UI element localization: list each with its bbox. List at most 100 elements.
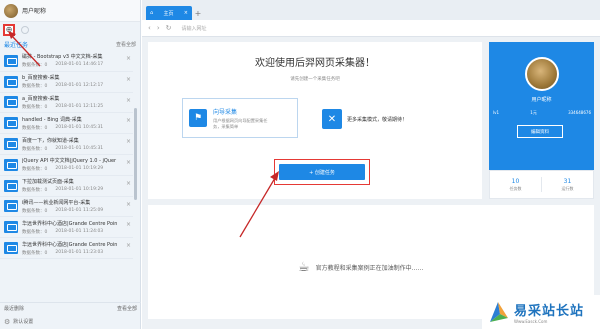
guide-mode-card[interactable]: ⚑ 向导采集 用户根据网页向导配置采集任务，采集简单 [182,98,298,138]
address-bar: ‹ › ↻ 请输入网址 [142,20,600,37]
task-icon [4,221,18,234]
task-date: 2018-01-01 10:45:31 [55,145,104,151]
left-panel: 用户昵称 ⊕ 最近任务 查看全部 磁抹 - Bootstrap v3 中文文档-… [0,0,141,329]
back-icon[interactable]: ‹ [148,24,151,32]
view-all-deleted-link[interactable]: 查看全部 [117,305,137,312]
close-icon[interactable]: × [126,221,131,228]
task-count-stat[interactable]: 10 任务数 [490,171,541,198]
task-item[interactable]: 磁抹 - Bootstrap v3 中文文档-采集 数据条数：0 2018-01-… [0,51,133,72]
empty-state: ☕ 官方教程和采集案例正在加油制作中…… [298,260,424,275]
new-task-button[interactable]: ⊕ [3,24,15,36]
avatar[interactable] [4,3,18,18]
level-badge: lv1 [493,110,500,115]
close-icon[interactable]: × [126,242,131,249]
coffee-cup-icon: ☕ [298,260,310,275]
task-title: 华远世界科中心酒店|Grande Centre Poin [22,220,118,227]
user-name[interactable]: 用户昵称 [22,6,46,15]
task-date: 2018-01-01 12:12:17 [55,83,104,89]
url-input[interactable]: 请输入网址 [182,25,207,32]
close-icon[interactable]: × [126,117,131,124]
task-count: 数据条数：0 [22,63,48,69]
left-toolbar: ⊕ [0,22,140,38]
task-icon [4,158,18,171]
refresh-icon[interactable]: ↻ [166,24,172,32]
forward-icon[interactable]: › [157,24,160,32]
task-date: 2018-01-01 12:11:25 [55,103,104,109]
recent-tasks-title: 最近任务 [4,41,29,49]
task-icon [4,200,18,213]
task-count: 数据条数：0 [22,229,48,235]
recent-deleted-title[interactable]: 最近删除 [4,305,24,312]
run-count-stat[interactable]: 31 运行数 [542,171,593,198]
task-date: 2018-01-01 10:19:29 [55,187,104,193]
task-icon [4,96,18,109]
task-item[interactable]: jQuery API 中文文档|jQuery 1.0 - jQuer 数据条数：… [0,155,133,176]
recent-deleted-header: 最近删除 查看全部 [0,302,141,314]
history-icon[interactable] [21,26,29,34]
task-list-scrollbar[interactable] [134,108,137,200]
profile-card: 用户昵称 lv1 1元 334648676 编辑资料 10 任务数 31 运行数 [489,42,594,199]
close-icon[interactable]: × [184,10,188,16]
task-count-label: 任务数 [509,185,522,191]
run-count-label: 运行数 [561,185,574,191]
task-date: 2018-01-01 11:23:03 [55,249,104,255]
close-icon[interactable]: × [126,201,131,208]
edit-profile-button[interactable]: 编辑资料 [517,125,563,138]
task-item[interactable]: a_百度搜索-采集 数据条数：0 2018-01-01 12:11:25 × [0,93,133,114]
close-icon[interactable]: × [126,180,131,187]
task-icon [4,75,18,88]
task-count: 数据条数：0 [22,188,48,194]
task-count: 数据条数：0 [22,208,48,214]
welcome-subtitle: 请先创建一个采集任务吧 [290,77,340,82]
points-value: 1元 [530,110,537,115]
welcome-panel: 欢迎使用后羿网页采集器！ 请先创建一个采集任务吧 ⚑ 向导采集 用户根据网页向导… [148,42,482,199]
task-title: a_百度搜索-采集 [22,95,60,102]
close-icon[interactable]: × [126,55,131,62]
signpost-icon: ⚑ [189,109,207,127]
profile-avatar[interactable] [525,57,559,91]
add-tab-button[interactable]: + [192,6,204,20]
create-task-button[interactable]: + 创建任务 [279,164,365,180]
profile-name: 用户昵称 [531,97,552,103]
profile-footer: 10 任务数 31 运行数 [489,170,594,199]
empty-state-text: 官方教程和采集案例正在加油制作中…… [315,265,424,272]
task-item[interactable]: 百度一下，你就知道-采集 数据条数：0 2018-01-01 10:45:31 × [0,134,133,155]
watermark-url: Www.Easck.Com [514,319,548,324]
recent-tasks-header: 最近任务 查看全部 [0,38,140,50]
qq-number: 334648676 [568,110,591,115]
task-item[interactable]: 华远世界科中心酒店|Grande Centre Poin 数据条数：0 2018-… [0,238,133,259]
task-count: 数据条数：0 [22,125,48,131]
task-date: 2018-01-01 10:19:29 [55,166,104,172]
task-title: jQuery API 中文文档|jQuery 1.0 - jQuer [22,158,117,165]
watermark: 易采站长站 Www.Easck.Com [482,295,600,329]
task-item[interactable]: handled - Bing 词典-采集 数据条数：0 2018-01-01 10… [0,113,133,135]
view-all-link[interactable]: 查看全部 [116,41,136,48]
close-icon[interactable]: × [126,76,131,83]
task-count-number: 10 [511,177,520,185]
close-icon[interactable]: × [126,97,131,104]
tab-label: 主页 [163,10,174,17]
task-icon [4,117,18,130]
task-title: 华远世界科中心酒店|Grande Centre Poin [22,241,118,248]
new-task-icon: ⊕ [5,25,13,34]
guide-description: 用户根据网页向导配置采集任务，采集简单 [213,118,268,129]
task-date: 2018-01-01 11:25:09 [55,207,104,213]
task-item[interactable]: b_百度搜索-采集 数据条数：0 2018-01-01 12:12:17 × [0,72,133,93]
task-count: 数据条数：0 [22,146,48,152]
task-count: 数据条数：0 [22,250,48,256]
bottom-settings[interactable]: ⚙ 默认设置 [0,314,141,329]
tools-icon: ✕ [322,109,342,129]
tab-home[interactable]: ⌂ 主页 × [146,6,192,20]
close-icon[interactable]: × [126,138,131,145]
close-icon[interactable]: × [126,159,131,166]
task-date: 2018-01-01 10:45:31 [55,124,104,130]
task-item[interactable]: 华远世界科中心酒店|Grande Centre Poin 数据条数：0 2018-… [0,217,133,239]
task-icon [4,138,18,151]
watermark-logo [490,302,508,322]
task-title: 百度一下，你就知道-采集 [22,137,79,144]
gear-icon: ⚙ [4,317,11,326]
tab-bar: ⌂ 主页 × + [142,0,600,20]
create-task-highlight: + 创建任务 [274,159,370,185]
task-item[interactable]: 下拉加载测试页面-采集 数据条数：0 2018-01-01 10:19:29 × [0,176,133,197]
task-item[interactable]: i腾讯——就业新闻网平台-采集 数据条数：0 2018-01-01 11:25:0… [0,197,133,218]
